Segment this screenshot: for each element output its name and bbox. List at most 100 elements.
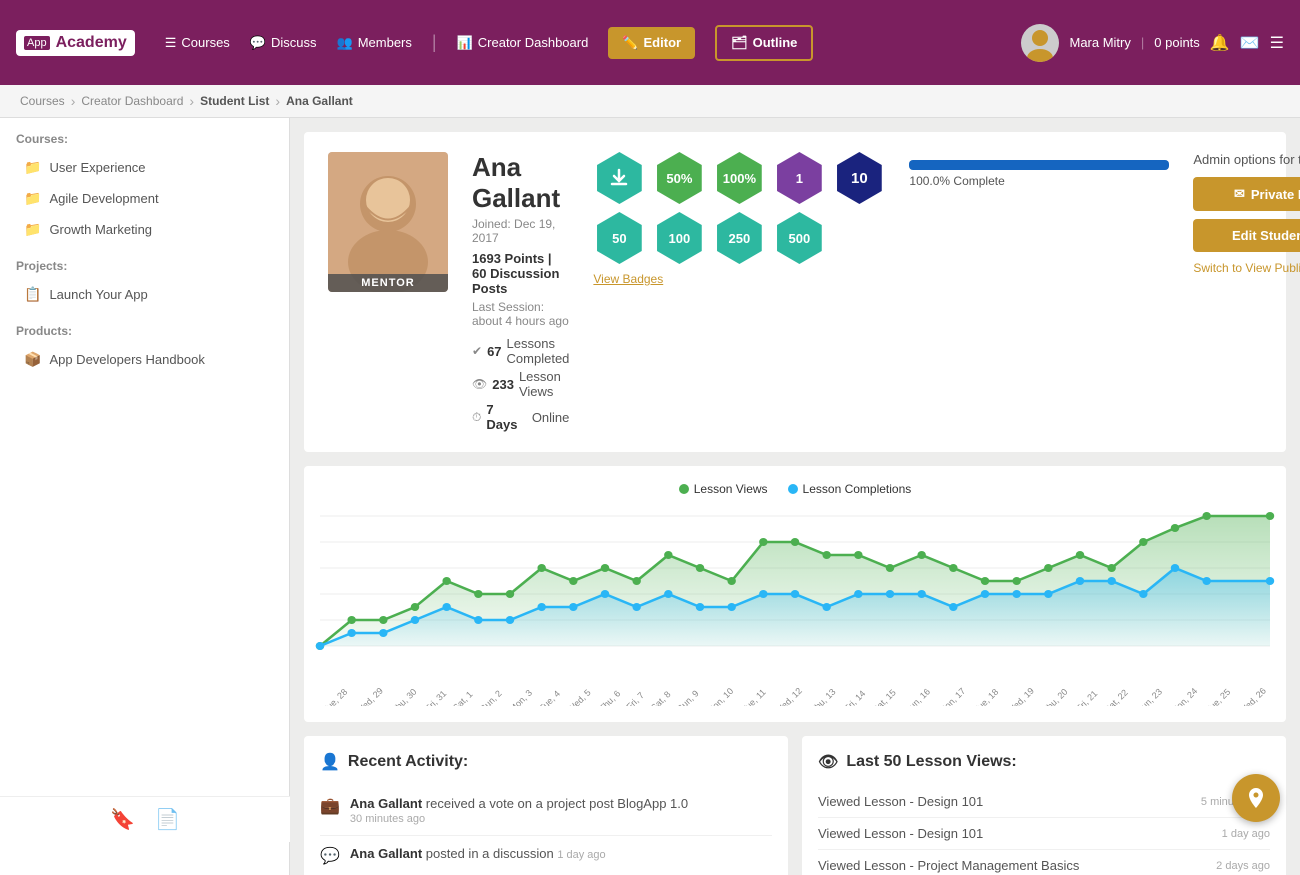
- student-session: Last Session: about 4 hours ago: [472, 300, 569, 328]
- main-content: MENTOR Ana Gallant Joined: Dec 19, 2017 …: [290, 118, 1300, 875]
- document-bottom-icon[interactable]: 📄: [155, 807, 180, 832]
- outline-button[interactable]: 🗂 Outline: [715, 25, 813, 61]
- view-badges-link[interactable]: View Badges: [593, 272, 663, 286]
- lesson-views-num: 233: [492, 377, 514, 392]
- progress-bar-wrap: 100.0% Complete: [909, 160, 1169, 188]
- badge-500: 500: [773, 212, 825, 264]
- breadcrumb-creator-dashboard[interactable]: Creator Dashboard: [81, 94, 183, 108]
- editor-button[interactable]: ✏️ Editor: [608, 27, 695, 59]
- breadcrumb-sep-2: ›: [189, 93, 194, 109]
- top-nav: App Academy ☰ Courses 💬 Discuss 👥 Member…: [0, 0, 1300, 85]
- products-section-title: Products:: [0, 310, 289, 344]
- menu-icon[interactable]: ☰: [1270, 33, 1284, 53]
- edit-student-button[interactable]: Edit Student Details: [1193, 219, 1300, 252]
- eye-icon: 👁: [472, 377, 487, 391]
- breadcrumb-student-list[interactable]: Student List: [200, 94, 269, 108]
- badge-10: 10: [833, 152, 885, 204]
- nav-right: Mara Mitry | 0 points 🔔 ✉️ ☰: [1021, 24, 1284, 62]
- days-online-num: 7 Days: [486, 402, 526, 432]
- nav-courses[interactable]: ☰ Courses: [165, 35, 230, 51]
- sidebar-item-agile[interactable]: 📁 Agile Development: [0, 183, 289, 214]
- members-icon: 👥: [337, 35, 353, 51]
- lesson-name-2: Viewed Lesson - Project Management Basic…: [818, 858, 1079, 873]
- lessons-completed-num: 67: [487, 344, 501, 359]
- progress-label: 100.0% Complete: [909, 174, 1169, 188]
- student-name: Ana Gallant: [472, 152, 569, 214]
- user-circle-icon: 👤: [320, 752, 340, 772]
- check-icon: ✔: [472, 344, 482, 358]
- progress-bar-fill: [909, 160, 1169, 170]
- legend-dot-green: [679, 484, 689, 494]
- mentor-badge: MENTOR: [328, 274, 448, 292]
- activity-vote-time: 30 minutes ago: [350, 813, 688, 825]
- nav-creator-dashboard[interactable]: 📊 Creator Dashboard: [457, 35, 589, 51]
- private-message-button[interactable]: ✉ Private Message: [1193, 177, 1300, 211]
- activity-discussion-time: 1 day ago: [557, 849, 605, 861]
- lessons-completed-label: Lessons Completed: [507, 336, 570, 366]
- days-online-label: Online: [532, 410, 570, 425]
- lesson-view-2: Viewed Lesson - Project Management Basic…: [818, 850, 1270, 875]
- breadcrumb: Courses › Creator Dashboard › Student Li…: [0, 85, 1300, 118]
- project-icon: 📋: [24, 286, 41, 303]
- student-joined: Joined: Dec 19, 2017: [472, 217, 569, 245]
- sidebar-item-handbook[interactable]: 📦 App Developers Handbook: [0, 344, 289, 375]
- breadcrumb-courses[interactable]: Courses: [20, 94, 65, 108]
- avatar[interactable]: [1021, 24, 1059, 62]
- chat-icon: 💬: [320, 846, 340, 866]
- nav-discuss[interactable]: 💬 Discuss: [250, 35, 317, 51]
- lesson-views-label: Lesson Views: [519, 369, 569, 399]
- breadcrumb-sep-1: ›: [71, 93, 76, 109]
- briefcase-icon: 💼: [320, 796, 340, 816]
- legend-completions: Lesson Completions: [788, 482, 912, 496]
- recent-activity-title: 👤 Recent Activity:: [320, 752, 772, 772]
- student-photo: MENTOR: [328, 152, 448, 292]
- activity-vote-text: Ana Gallant received a vote on a project…: [350, 796, 688, 811]
- outline-icon: 🗂: [731, 35, 748, 51]
- badge-50: 50: [593, 212, 645, 264]
- lesson-view-1: Viewed Lesson - Design 101 1 day ago: [818, 818, 1270, 850]
- chart-legend: Lesson Views Lesson Completions: [320, 482, 1270, 496]
- badge-row-2: 50 100 250 500: [593, 212, 825, 264]
- progress-section: 100.0% Complete: [909, 152, 1169, 188]
- lesson-name-0: Viewed Lesson - Design 101: [818, 794, 983, 809]
- lesson-views-title: 👁 Last 50 Lesson Views:: [818, 752, 1270, 772]
- sidebar-item-growth-label: Growth Marketing: [49, 222, 152, 237]
- student-info: Ana Gallant Joined: Dec 19, 2017 1693 Po…: [472, 152, 569, 432]
- profile-card: MENTOR Ana Gallant Joined: Dec 19, 2017 …: [304, 132, 1286, 452]
- float-action-button[interactable]: [1232, 774, 1280, 822]
- envelope-icon[interactable]: ✉️: [1240, 33, 1260, 53]
- envelope-btn-icon: ✉: [1234, 186, 1245, 202]
- logo-academy-text: Academy: [56, 34, 127, 52]
- breadcrumb-sep-3: ›: [275, 93, 280, 109]
- bell-icon[interactable]: 🔔: [1210, 33, 1230, 53]
- badges-area: 50% 100% 1 10 50 100 250 500 View Badges: [593, 152, 885, 286]
- discuss-icon: 💬: [250, 35, 266, 51]
- main-layout: Courses: 📁 User Experience 📁 Agile Devel…: [0, 118, 1300, 875]
- sidebar-item-agile-label: Agile Development: [49, 191, 158, 206]
- bottom-panels: 👤 Recent Activity: 💼 Ana Gallant receive…: [304, 736, 1286, 875]
- lesson-time-2: 2 days ago: [1216, 860, 1270, 872]
- lesson-time-1: 1 day ago: [1222, 828, 1270, 840]
- bookmark-bottom-icon[interactable]: 🔖: [110, 807, 135, 832]
- sidebar-item-ux[interactable]: 📁 User Experience: [0, 152, 289, 183]
- nav-members[interactable]: 👥 Members: [337, 35, 412, 51]
- courses-section-title: Courses:: [0, 118, 289, 152]
- eye-panel-icon: 👁: [818, 752, 838, 772]
- sidebar-item-launch-label: Launch Your App: [49, 287, 147, 302]
- chart-icon: 📊: [457, 35, 473, 51]
- activity-discussion-text: Ana Gallant posted in a discussion 1 day…: [350, 846, 606, 861]
- admin-options: Admin options for this student: ✉ Privat…: [1193, 152, 1300, 275]
- sidebar-item-growth[interactable]: 📁 Growth Marketing: [0, 214, 289, 245]
- lesson-views-panel: 👁 Last 50 Lesson Views: Viewed Lesson - …: [802, 736, 1286, 875]
- breadcrumb-ana-gallant: Ana Gallant: [286, 94, 353, 108]
- badge-250: 250: [713, 212, 765, 264]
- lesson-chart: 10 8 6 4 2 0: [320, 506, 1270, 686]
- app-logo[interactable]: App Academy: [16, 30, 135, 56]
- chart-card: Lesson Views Lesson Completions 10 8 6 4…: [304, 466, 1286, 722]
- badge-row-1: 50% 100% 1 10: [593, 152, 885, 204]
- folder-icon-3: 📁: [24, 221, 41, 238]
- courses-icon: ☰: [165, 35, 177, 51]
- folder-icon-2: 📁: [24, 190, 41, 207]
- sidebar-item-launch[interactable]: 📋 Launch Your App: [0, 279, 289, 310]
- view-public-profile-link[interactable]: Switch to View Public Profile: [1193, 261, 1300, 275]
